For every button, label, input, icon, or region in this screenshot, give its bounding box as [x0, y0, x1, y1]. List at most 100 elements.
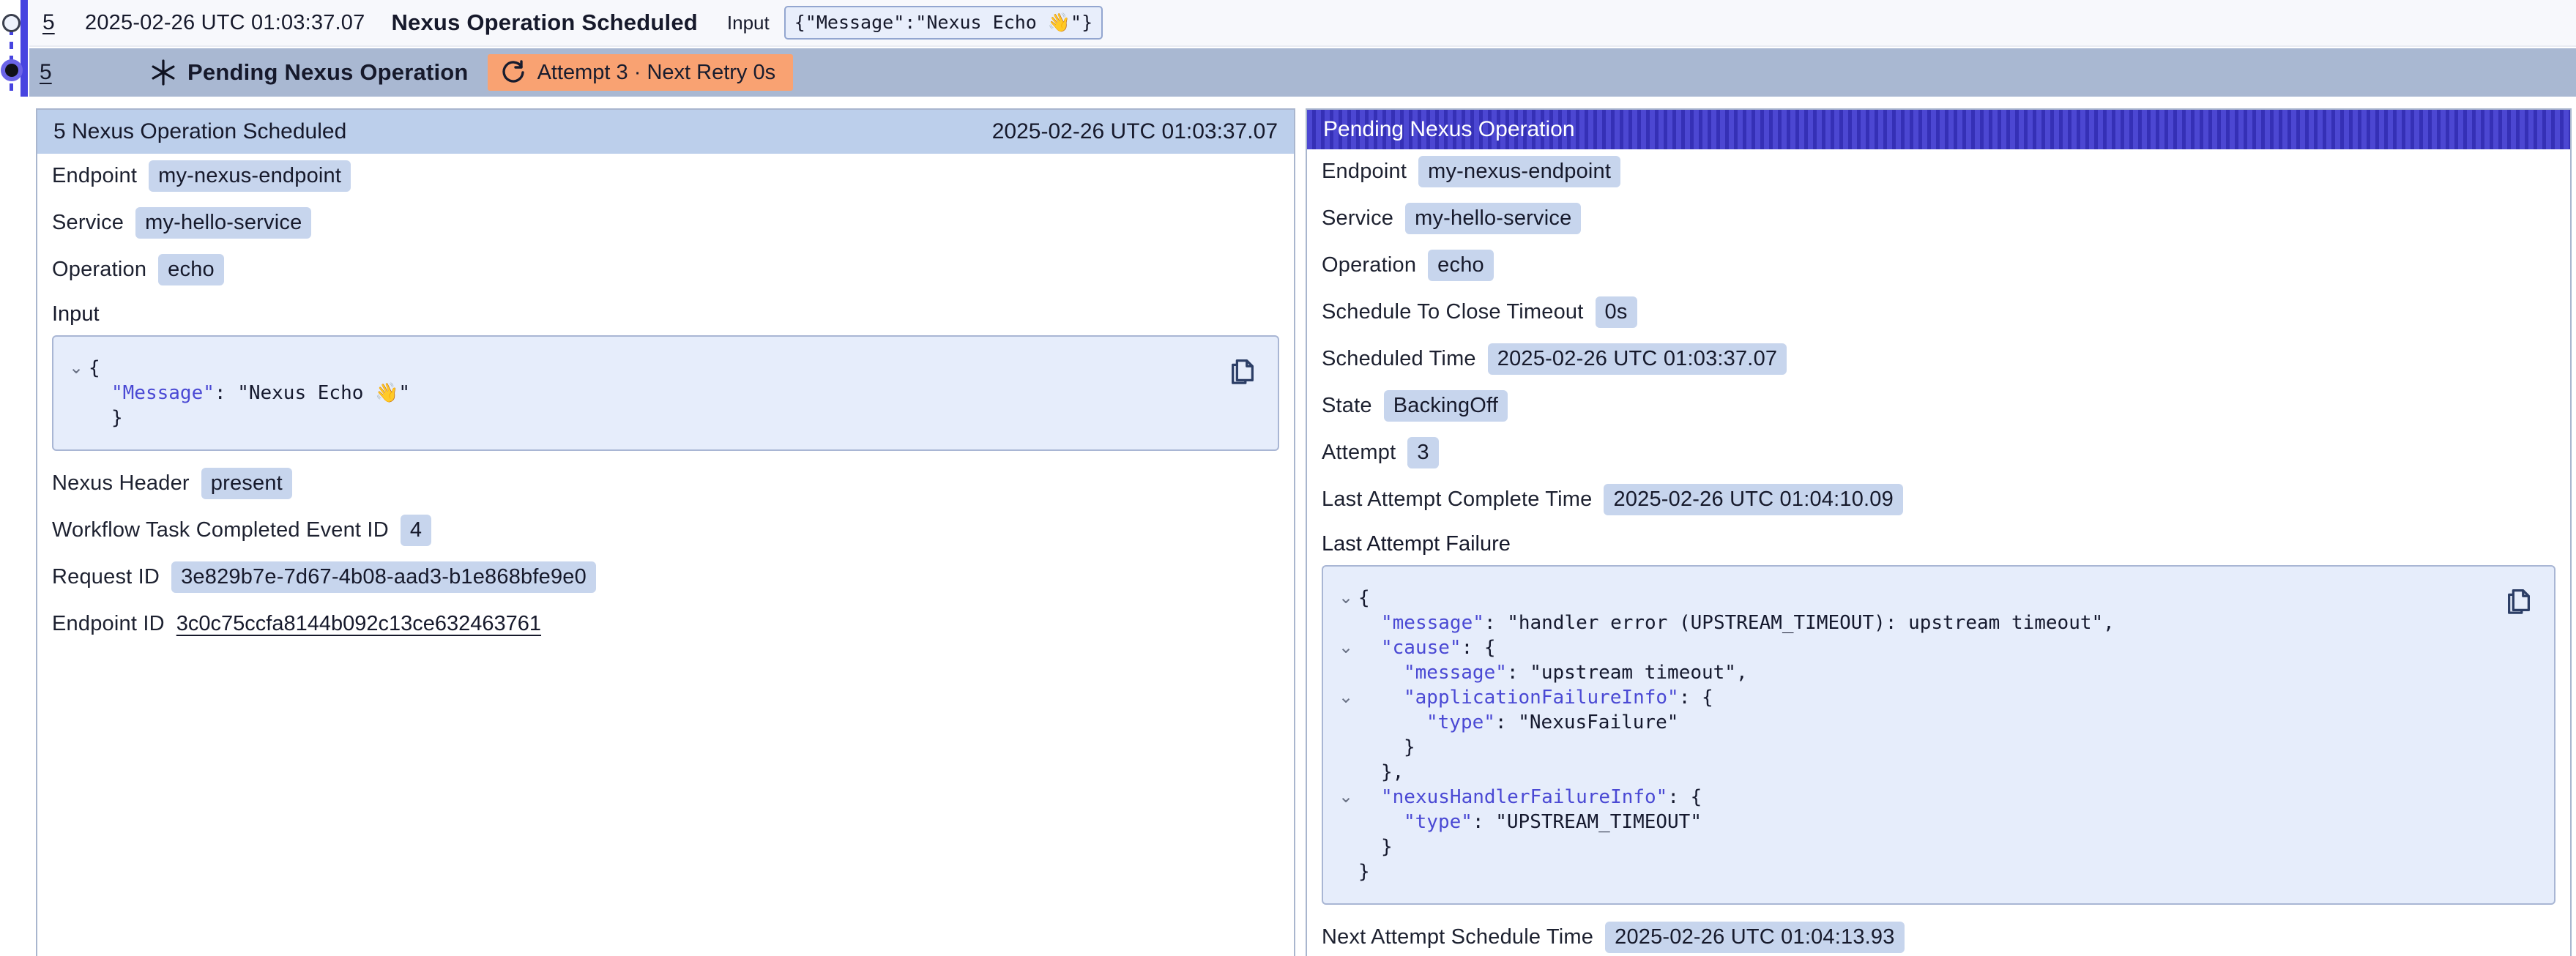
- detail-field-operation: Operationecho: [52, 255, 1279, 284]
- copy-icon[interactable]: [1226, 353, 1259, 388]
- json-viewer-last-attempt-failure: ⌄{"message": "handler error (UPSTREAM_TI…: [1322, 565, 2555, 905]
- detail-field-workflow-task-completed-event-id: Workflow Task Completed Event ID4: [52, 515, 1279, 545]
- json-line: "type": "NexusFailure": [1333, 710, 2488, 735]
- event-id-link[interactable]: 5: [40, 60, 69, 85]
- timeline-open-marker[interactable]: [2, 14, 21, 32]
- event-input-label: Input: [727, 12, 770, 34]
- field-value-badge: 3e829b7e-7d67-4b08-aad3-b1e868bfe9e0: [171, 561, 596, 593]
- event-title: Nexus Operation Scheduled: [391, 10, 697, 36]
- panel-body-pending: Endpoint my-nexus-endpoint Service my-hello…: [1307, 149, 2570, 952]
- field-label: Attempt: [1322, 441, 1396, 465]
- json-key: "type": [1426, 712, 1495, 733]
- field-value-badge: 4: [401, 515, 431, 546]
- temporal-event-history-screen: { "rows": { "scheduled": { "id": "5", "t…: [0, 0, 2576, 956]
- json-line: ⌄{: [1333, 586, 2488, 610]
- detail-field-operation: Operation echo: [1322, 250, 2555, 280]
- event-timestamp: 2025-02-26 UTC 01:03:37.07: [85, 11, 365, 35]
- json-key: "applicationFailureInfo": [1404, 687, 1679, 709]
- collapse-chevron-icon[interactable]: ⌄: [1333, 635, 1358, 660]
- detail-field-nexus-header: Nexus Header present: [52, 468, 1279, 498]
- event-input-chip: {"Message":"Nexus Echo 👋"}: [784, 6, 1103, 40]
- code-block-label-input: Input: [52, 302, 1279, 326]
- collapse-chevron-icon[interactable]: ⌄: [64, 356, 89, 381]
- field-label: Next Attempt Schedule Time: [1322, 925, 1593, 949]
- field-value-link[interactable]: 3c0c75ccfa8144b092c13ce632463761: [176, 612, 541, 636]
- json-line: ⌄"applicationFailureInfo": {: [1333, 685, 2488, 710]
- json-text: : "upstream timeout",: [1507, 662, 1748, 684]
- field-label: Endpoint: [52, 164, 137, 188]
- chevron-gutter: [1333, 735, 1358, 760]
- field-value-badge: present: [201, 468, 292, 499]
- field-value-badge: 2025-02-26 UTC 01:04:13.93: [1605, 922, 1904, 953]
- detail-field-endpoint-id: Endpoint ID 3c0c75ccfa8144b092c13ce632463…: [52, 609, 1279, 638]
- json-text: : "handler error (UPSTREAM_TIMEOUT): ups…: [1484, 612, 2115, 634]
- detail-field-state: StateBackingOff: [1322, 391, 2555, 420]
- event-title: Pending Nexus Operation: [187, 59, 469, 86]
- event-detail-panel-scheduled: 5 Nexus Operation Scheduled 2025-02-26 U…: [36, 108, 1295, 956]
- json-text: {: [89, 357, 100, 379]
- retry-status-badge: Attempt 3 · Next Retry 0s: [488, 54, 794, 91]
- field-value-badge: my-nexus-endpoint: [149, 160, 351, 192]
- detail-field-scheduled-time: Scheduled Time 2025-02-26 UTC 01:03:37.07: [1322, 344, 2555, 373]
- panel-header-pending: Pending Nexus Operation: [1307, 110, 2570, 149]
- field-label: Operation: [1322, 253, 1416, 277]
- json-key: "cause": [1381, 637, 1462, 659]
- json-text: },: [1381, 761, 1404, 783]
- field-label: Scheduled Time: [1322, 347, 1476, 371]
- json-key: "nexusHandlerFailureInfo": [1381, 786, 1667, 808]
- json-line: "type": "UPSTREAM_TIMEOUT": [1333, 810, 2488, 834]
- pending-asterisk-icon: [149, 59, 177, 86]
- json-text: : "UPSTREAM_TIMEOUT": [1473, 811, 1702, 833]
- chevron-gutter: [64, 406, 89, 430]
- field-label: Service: [52, 211, 124, 235]
- field-value-badge: my-hello-service: [1405, 203, 1581, 234]
- json-line: }: [1333, 735, 2488, 760]
- panel-timestamp: 2025-02-26 UTC 01:03:37.07: [992, 119, 1278, 144]
- field-label: Last Attempt Complete Time: [1322, 488, 1592, 512]
- event-row-pending-nexus-operation[interactable]: 5 Pending Nexus Operation Attempt 3 · Ne…: [29, 48, 2576, 97]
- field-value-badge: my-hello-service: [135, 207, 311, 239]
- json-line: ⌄ "nexusHandlerFailureInfo": {: [1333, 785, 2488, 810]
- field-label: Endpoint: [1322, 160, 1407, 184]
- code-block-label-last-attempt-failure: Last Attempt Failure: [1322, 531, 2555, 556]
- json-line: "message": "upstream timeout",: [1333, 660, 2488, 685]
- json-text: : {: [1667, 786, 1702, 808]
- panel-title: 5 Nexus Operation Scheduled: [53, 119, 346, 144]
- field-value-badge: echo: [1428, 250, 1494, 281]
- field-value-badge: 2025-02-26 UTC 01:04:10.09: [1604, 484, 1902, 515]
- detail-field-endpoint: Endpoint my-nexus-endpoint: [1322, 157, 2555, 186]
- json-line: ⌄ "cause": {: [1333, 635, 2488, 660]
- field-label: Nexus Header: [52, 471, 190, 496]
- json-text: : {: [1462, 637, 1496, 659]
- json-text: {: [1358, 587, 1370, 609]
- json-line: ⌄{: [64, 356, 1212, 381]
- json-line: "message": "handler error (UPSTREAM_TIME…: [1333, 610, 2488, 635]
- chevron-gutter: [1333, 760, 1358, 785]
- json-key: "Message": [111, 382, 215, 404]
- timeline-selected-marker[interactable]: [1, 59, 23, 81]
- copy-icon[interactable]: [2503, 583, 2535, 618]
- chevron-gutter: [1333, 810, 1358, 834]
- field-value-badge: 0s: [1596, 296, 1637, 328]
- chevron-gutter: [1333, 859, 1358, 884]
- event-id-link[interactable]: 5: [42, 10, 72, 35]
- json-text: }: [1358, 861, 1370, 883]
- retry-badge-text: Attempt 3 · Next Retry 0s: [537, 61, 776, 85]
- collapse-chevron-icon[interactable]: ⌄: [1333, 586, 1358, 610]
- field-value-badge: BackingOff: [1384, 390, 1508, 422]
- panel-body-scheduled: Endpoint my-nexus-endpoint Service my-hello…: [37, 154, 1294, 638]
- detail-field-request-id: Request ID3e829b7e-7d67-4b08-aad3-b1e868…: [52, 562, 1279, 591]
- panel-title: Pending Nexus Operation: [1323, 117, 1575, 142]
- detail-field-schedule-to-close-timeout: Schedule To Close Timeout0s: [1322, 297, 2555, 326]
- detail-field-endpoint: Endpoint my-nexus-endpoint: [52, 161, 1279, 190]
- event-row-nexus-operation-scheduled[interactable]: 5 2025-02-26 UTC 01:03:37.07 Nexus Opera…: [29, 0, 2576, 47]
- field-value-badge: 2025-02-26 UTC 01:03:37.07: [1488, 343, 1787, 375]
- json-text: }: [111, 407, 123, 429]
- json-line: }: [1333, 859, 2488, 884]
- field-value-badge: echo: [158, 254, 224, 285]
- field-value-badge: my-nexus-endpoint: [1418, 156, 1620, 187]
- collapse-chevron-icon[interactable]: ⌄: [1333, 685, 1358, 710]
- collapse-chevron-icon[interactable]: ⌄: [1333, 785, 1358, 810]
- field-label: Service: [1322, 206, 1393, 231]
- field-label: Endpoint ID: [52, 612, 165, 636]
